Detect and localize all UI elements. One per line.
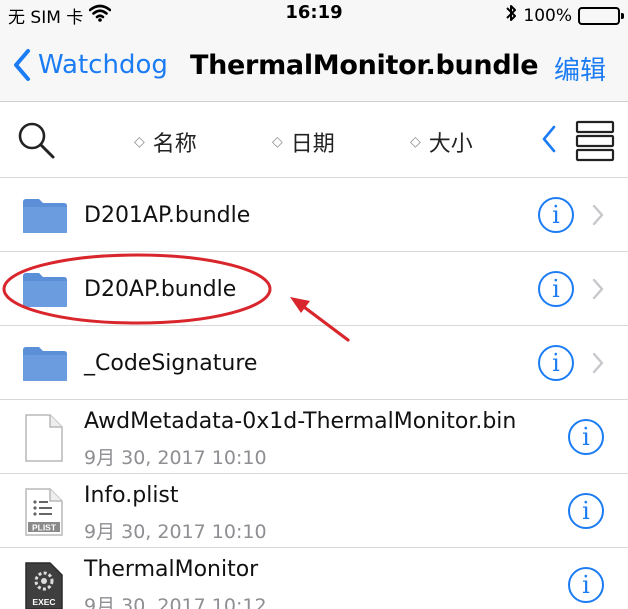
- folder-icon: [23, 347, 67, 381]
- file-name: Info.plist: [84, 483, 179, 508]
- toolbar: ◇ 名称 ◇ 日期 ◇ 大小: [0, 102, 628, 178]
- edit-button[interactable]: 编辑: [554, 50, 606, 87]
- bluetooth-icon: [505, 3, 517, 28]
- status-right: 100%: [505, 3, 624, 28]
- back-label: Watchdog: [38, 50, 168, 80]
- back-button[interactable]: Watchdog: [12, 48, 168, 82]
- file-row-thermalmonitor[interactable]: EXEC ThermalMonitor 9月 30, 2017 10:12 i: [0, 548, 628, 609]
- file-list: D201AP.bundle i D20AP.bundle i _CodeSign…: [0, 178, 628, 609]
- info-button[interactable]: i: [538, 197, 574, 233]
- folder-icon: [23, 273, 67, 307]
- sort-by-date-button[interactable]: ◇ 日期: [272, 126, 335, 158]
- chevron-right-icon: [592, 204, 604, 226]
- file-row-codesignature[interactable]: _CodeSignature i: [0, 326, 628, 400]
- plist-icon: PLIST: [25, 488, 63, 536]
- search-icon: [18, 122, 55, 159]
- chevron-left-icon: [542, 125, 556, 153]
- view-mode-button[interactable]: [575, 120, 617, 166]
- battery-percent: 100%: [523, 5, 572, 26]
- sort-chevron-icon: ◇: [134, 134, 145, 150]
- plist-icon-label: PLIST: [32, 523, 57, 533]
- document-icon: [25, 414, 63, 462]
- exec-icon-label: EXEC: [32, 597, 55, 607]
- chevron-right-icon: [592, 352, 604, 374]
- file-name: ThermalMonitor: [84, 557, 259, 582]
- file-name: D20AP.bundle: [84, 277, 237, 302]
- sort-size-label: 大小: [428, 132, 473, 157]
- exec-icon: EXEC: [25, 562, 63, 609]
- sort-chevron-icon: ◇: [272, 134, 283, 150]
- sort-name-label: 名称: [152, 132, 197, 157]
- file-row-awdmetadata-bin[interactable]: AwdMetadata-0x1d-ThermalMonitor.bin 9月 3…: [0, 400, 628, 474]
- file-date: 9月 30, 2017 10:12: [84, 595, 267, 609]
- sort-chevron-icon: ◇: [410, 134, 421, 150]
- file-date: 9月 30, 2017 10:10: [84, 447, 267, 469]
- info-button[interactable]: i: [568, 567, 604, 603]
- file-name: _CodeSignature: [84, 351, 258, 376]
- file-row-d20ap-bundle[interactable]: D20AP.bundle i: [0, 252, 628, 326]
- navigation-bar: Watchdog ThermalMonitor.bundle 编辑: [0, 30, 628, 102]
- file-row-info-plist[interactable]: PLIST Info.plist 9月 30, 2017 10:10 i: [0, 474, 628, 548]
- search-button[interactable]: [16, 120, 56, 164]
- file-name: AwdMetadata-0x1d-ThermalMonitor.bin: [84, 409, 517, 434]
- sort-by-size-button[interactable]: ◇ 大小: [410, 126, 473, 158]
- info-button[interactable]: i: [568, 493, 604, 529]
- list-grid-icon: [575, 120, 615, 162]
- info-button[interactable]: i: [538, 345, 574, 381]
- info-button[interactable]: i: [568, 419, 604, 455]
- file-row-d201ap-bundle[interactable]: D201AP.bundle i: [0, 178, 628, 252]
- sort-by-name-button[interactable]: ◇ 名称: [134, 126, 197, 158]
- battery-icon: [578, 6, 624, 25]
- chevron-right-icon: [592, 278, 604, 300]
- sort-date-label: 日期: [290, 132, 335, 157]
- status-bar: 无 SIM 卡 16:19 100%: [0, 0, 628, 30]
- collapse-button[interactable]: [541, 124, 557, 158]
- info-button[interactable]: i: [538, 271, 574, 307]
- page-title: ThermalMonitor.bundle: [190, 50, 539, 81]
- file-name: D201AP.bundle: [84, 203, 251, 228]
- chevron-left-icon: [14, 49, 30, 81]
- folder-icon: [23, 199, 67, 233]
- file-date: 9月 30, 2017 10:10: [84, 521, 267, 543]
